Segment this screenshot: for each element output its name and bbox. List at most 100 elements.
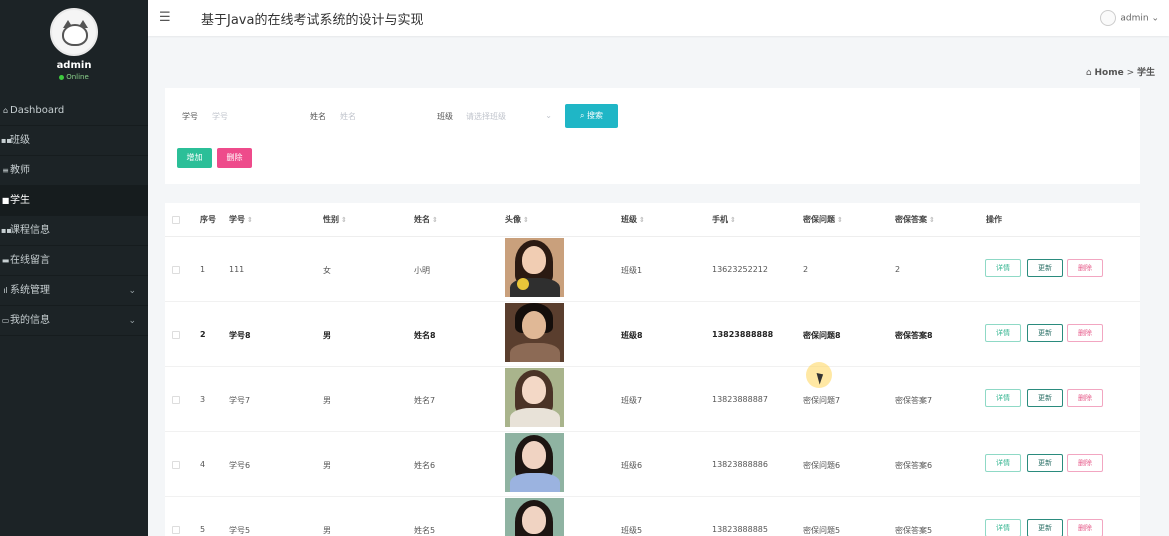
row-checkbox[interactable] <box>172 526 180 534</box>
profile: admin Online <box>0 0 148 96</box>
cell-name: 小明 <box>414 266 430 275</box>
header: ☰ 基于Java的在线考试系统的设计与实现 admin ⌄ <box>148 0 1169 36</box>
cell-phone: 13823888888 <box>712 330 774 339</box>
list-icon: ≡ <box>2 166 9 175</box>
cell-security-question: 密保问题5 <box>803 526 841 535</box>
cell-class: 班级1 <box>621 266 643 275</box>
detail-button[interactable]: 详情 <box>985 454 1021 472</box>
student-photo[interactable] <box>505 303 564 362</box>
table-row: 2 学号8 男 姓名8 班级8 13823888888 密保问题8 密保答案8 … <box>165 302 1140 367</box>
cell-class: 班级8 <box>621 331 643 340</box>
grid-icon: ▪▪ <box>1 226 12 235</box>
sort-icon: ⇕ <box>730 216 736 224</box>
sort-icon: ⇕ <box>247 216 253 224</box>
menu-toggle-icon[interactable]: ☰ <box>159 10 171 25</box>
detail-button[interactable]: 详情 <box>985 259 1021 277</box>
col-class[interactable]: 班级 ⇕ <box>621 214 645 225</box>
col-name[interactable]: 姓名 ⇕ <box>414 214 438 225</box>
class-select[interactable]: 请选择班级 ⌄ <box>466 111 552 122</box>
search-panel: 学号 学号 姓名 姓名 班级 请选择班级 ⌄ ⌕ 搜索 增加 删除 <box>165 88 1140 184</box>
sidebar-menu: ⌂ Dashboard ▪▪班级 ≡教师 ■学生 ▪▪课程信息 ▬在线留言 ıl 系… <box>0 96 148 336</box>
cell-security-question: 密保问题8 <box>803 331 841 340</box>
student-photo[interactable] <box>505 433 564 492</box>
add-button[interactable]: 增加 <box>177 148 212 168</box>
col-security-answer[interactable]: 密保答案 ⇕ <box>895 214 935 225</box>
col-gender[interactable]: 性别 ⇕ <box>323 214 347 225</box>
sidebar-item-student[interactable]: ■学生 <box>0 186 148 216</box>
delete-button[interactable]: 删除 <box>1067 389 1103 407</box>
cell-class: 班级7 <box>621 396 643 405</box>
online-dot-icon <box>59 74 65 80</box>
delete-button[interactable]: 删除 <box>1067 519 1103 536</box>
update-button[interactable]: 更新 <box>1027 519 1063 536</box>
sidebar-item-my-info[interactable]: ▭我的信息 ⌄ <box>0 306 148 336</box>
table-row: 4 学号6 男 姓名6 班级6 13823888886 密保问题6 密保答案6 … <box>165 432 1140 497</box>
sidebar-item-teacher[interactable]: ≡教师 <box>0 156 148 186</box>
sort-icon: ⇕ <box>837 216 843 224</box>
home-icon: ⌂ <box>2 106 9 115</box>
avatar[interactable] <box>50 8 98 56</box>
cell-student-id: 学号8 <box>229 331 251 340</box>
user-menu[interactable]: admin ⌄ <box>1100 10 1159 26</box>
cell-no: 3 <box>200 395 206 404</box>
home-icon: ⌂ <box>1085 68 1092 78</box>
bar-chart-icon: ıl <box>3 286 8 295</box>
student-table: 序号 学号 ⇕ 性别 ⇕ 姓名 ⇕ 头像 ⇕ 班级 ⇕ 手机 ⇕ 密保问题 ⇕ 密保答案 ⇕ 操… <box>165 203 1140 536</box>
detail-button[interactable]: 详情 <box>985 389 1021 407</box>
page-title: 基于Java的在线考试系统的设计与实现 <box>201 13 424 28</box>
update-button[interactable]: 更新 <box>1027 454 1063 472</box>
sort-icon: ⇕ <box>523 216 529 224</box>
sidebar-item-course[interactable]: ▪▪课程信息 <box>0 216 148 246</box>
col-phone[interactable]: 手机 ⇕ <box>712 214 736 225</box>
cell-name: 姓名8 <box>414 331 436 340</box>
update-button[interactable]: 更新 <box>1027 259 1063 277</box>
delete-button[interactable]: 删除 <box>1067 454 1103 472</box>
col-student-id[interactable]: 学号 ⇕ <box>229 214 253 225</box>
sort-icon: ⇕ <box>929 216 935 224</box>
delete-button[interactable]: 删除 <box>1067 259 1103 277</box>
select-all-checkbox[interactable] <box>172 216 180 224</box>
cell-no: 1 <box>200 265 206 274</box>
student-photo[interactable] <box>505 368 564 427</box>
sidebar-item-dashboard[interactable]: ⌂ Dashboard <box>0 96 148 126</box>
sidebar-item-system[interactable]: ıl 系统管理 ⌄ <box>0 276 148 306</box>
breadcrumb: ⌂ Home > 学生 <box>1086 65 1155 78</box>
student-id-input[interactable]: 学号 <box>212 111 228 122</box>
sidebar-item-class[interactable]: ▪▪班级 <box>0 126 148 156</box>
student-photo[interactable] <box>505 498 564 536</box>
detail-button[interactable]: 详情 <box>985 519 1021 536</box>
breadcrumb-current: 学生 <box>1136 68 1155 78</box>
sort-icon: ⇕ <box>341 216 347 224</box>
cell-security-question: 密保问题7 <box>803 396 841 405</box>
row-checkbox[interactable] <box>172 331 180 339</box>
delete-button[interactable]: 删除 <box>1067 324 1103 342</box>
cell-gender: 男 <box>323 461 331 470</box>
comment-icon: ▬ <box>1 256 10 265</box>
row-checkbox[interactable] <box>172 396 180 404</box>
search-button[interactable]: ⌕ 搜索 <box>565 104 618 128</box>
online-status: Online <box>0 73 148 81</box>
col-security-question[interactable]: 密保问题 ⇕ <box>803 214 843 225</box>
user-avatar <box>1100 10 1117 26</box>
sidebar-item-message[interactable]: ▬在线留言 <box>0 246 148 276</box>
student-photo[interactable] <box>505 238 564 297</box>
name-input[interactable]: 姓名 <box>340 111 356 122</box>
table-row: 5 学号5 男 姓名5 班级5 13823888885 密保问题5 密保答案5 … <box>165 497 1140 536</box>
cell-class: 班级5 <box>621 526 643 535</box>
name-label: 姓名 <box>310 112 326 121</box>
update-button[interactable]: 更新 <box>1027 324 1063 342</box>
col-photo[interactable]: 头像 ⇕ <box>505 214 529 225</box>
table-header: 序号 学号 ⇕ 性别 ⇕ 姓名 ⇕ 头像 ⇕ 班级 ⇕ 手机 ⇕ 密保问题 ⇕ 密保答案 ⇕ 操… <box>165 203 1140 237</box>
cell-name: 姓名7 <box>414 396 436 405</box>
row-checkbox[interactable] <box>172 266 180 274</box>
detail-button[interactable]: 详情 <box>985 324 1021 342</box>
cell-security-answer: 2 <box>895 265 901 274</box>
row-checkbox[interactable] <box>172 461 180 469</box>
cell-security-answer: 密保答案6 <box>895 461 933 470</box>
cell-security-answer: 密保答案7 <box>895 396 933 405</box>
chevron-down-icon: ⌄ <box>545 111 552 120</box>
update-button[interactable]: 更新 <box>1027 389 1063 407</box>
breadcrumb-home[interactable]: Home <box>1094 68 1123 78</box>
batch-delete-button[interactable]: 删除 <box>217 148 252 168</box>
cell-name: 姓名5 <box>414 526 436 535</box>
